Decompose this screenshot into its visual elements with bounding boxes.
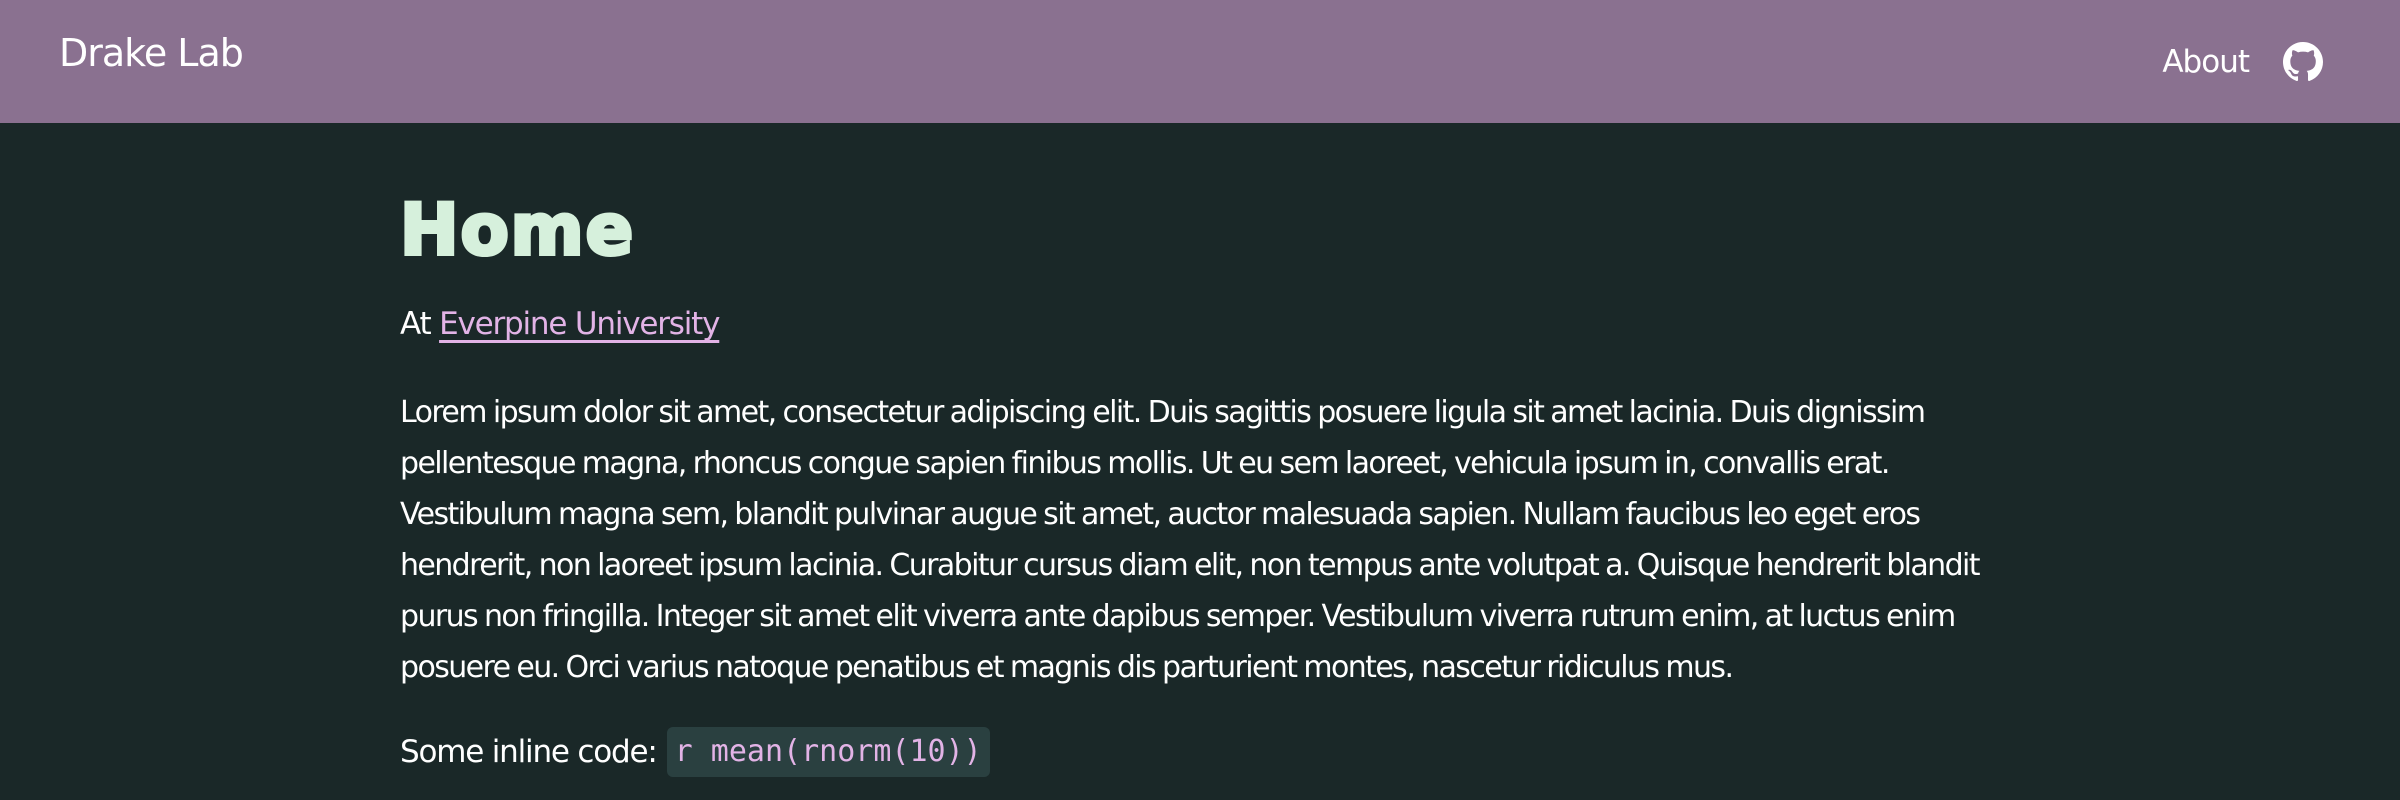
nav-links: About — [2162, 0, 2400, 123]
inline-code-line: Some inline code: r mean(rnorm(10)) — [400, 727, 990, 777]
navbar: Drake Lab About — [0, 0, 2400, 123]
github-icon — [2283, 41, 2323, 81]
inline-code: r mean(rnorm(10)) — [666, 727, 990, 777]
inline-code-label: Some inline code: — [400, 734, 658, 770]
affiliation-prefix: At — [400, 306, 432, 342]
page-title: Home — [398, 189, 636, 271]
nav-about-link[interactable]: About — [2162, 44, 2250, 80]
site-brand-link[interactable]: Drake Lab — [59, 34, 244, 72]
github-link[interactable] — [2283, 41, 2400, 82]
affiliation-line: At Everpine University — [400, 306, 720, 343]
body-paragraph: Lorem ipsum dolor sit amet, consectetur … — [400, 395, 1981, 685]
university-link[interactable]: Everpine University — [439, 306, 720, 342]
